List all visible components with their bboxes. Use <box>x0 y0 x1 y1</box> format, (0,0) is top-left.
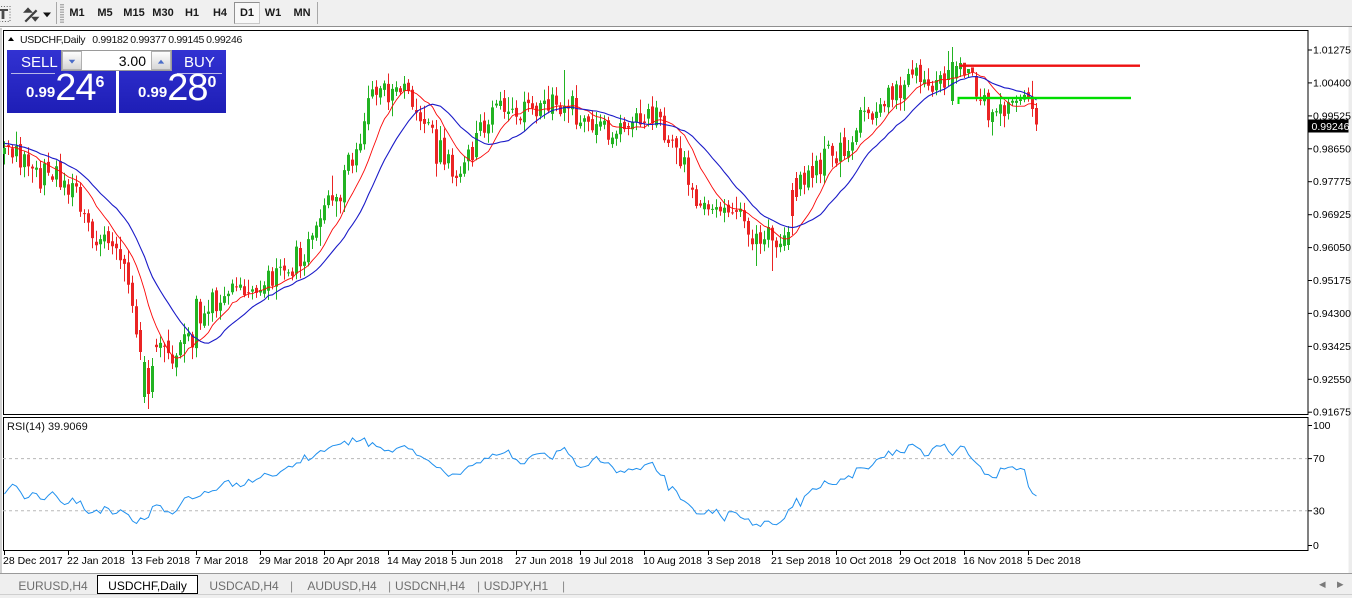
svg-text:0.94300: 0.94300 <box>1313 308 1351 320</box>
svg-text:1.01275: 1.01275 <box>1313 45 1351 57</box>
svg-text:3 Sep 2018: 3 Sep 2018 <box>707 555 761 567</box>
svg-text:13 Feb 2018: 13 Feb 2018 <box>131 555 190 567</box>
svg-text:0: 0 <box>1313 540 1319 552</box>
svg-text:14 May 2018: 14 May 2018 <box>387 555 448 567</box>
svg-text:0.91675: 0.91675 <box>1313 407 1351 419</box>
svg-text:100: 100 <box>1313 420 1331 432</box>
svg-text:0.99246: 0.99246 <box>1312 121 1350 133</box>
svg-text:16 Nov 2018: 16 Nov 2018 <box>963 555 1023 567</box>
svg-text:29 Oct 2018: 29 Oct 2018 <box>899 555 956 567</box>
svg-text:0.93425: 0.93425 <box>1313 341 1351 353</box>
svg-text:29 Mar 2018: 29 Mar 2018 <box>259 555 318 567</box>
svg-text:70: 70 <box>1313 453 1325 465</box>
svg-text:10 Oct 2018: 10 Oct 2018 <box>835 555 892 567</box>
svg-text:27 Jun 2018: 27 Jun 2018 <box>515 555 573 567</box>
svg-text:10 Aug 2018: 10 Aug 2018 <box>643 555 702 567</box>
svg-text:20 Apr 2018: 20 Apr 2018 <box>323 555 380 567</box>
svg-text:5 Dec 2018: 5 Dec 2018 <box>1027 555 1081 567</box>
svg-text:0.96050: 0.96050 <box>1313 242 1351 254</box>
svg-text:28 Dec 2017: 28 Dec 2017 <box>3 555 63 567</box>
svg-text:30: 30 <box>1313 505 1325 517</box>
svg-text:21 Sep 2018: 21 Sep 2018 <box>771 555 831 567</box>
svg-text:0.95175: 0.95175 <box>1313 275 1351 287</box>
svg-text:0.96925: 0.96925 <box>1313 209 1351 221</box>
svg-text:1.00400: 1.00400 <box>1313 77 1351 89</box>
svg-text:19 Jul 2018: 19 Jul 2018 <box>579 555 633 567</box>
svg-text:5 Jun 2018: 5 Jun 2018 <box>451 555 503 567</box>
svg-text:7 Mar 2018: 7 Mar 2018 <box>195 555 248 567</box>
svg-text:0.92550: 0.92550 <box>1313 374 1351 386</box>
svg-text:0.98650: 0.98650 <box>1313 143 1351 155</box>
svg-text:22 Jan 2018: 22 Jan 2018 <box>67 555 125 567</box>
svg-text:0.97775: 0.97775 <box>1313 176 1351 188</box>
